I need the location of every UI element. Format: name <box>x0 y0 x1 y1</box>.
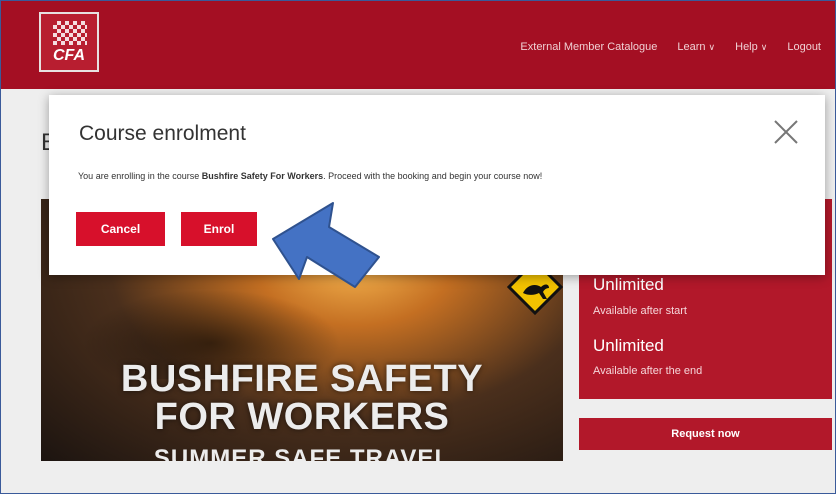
nav-logout[interactable]: Logout <box>787 41 821 53</box>
enrol-button[interactable]: Enrol <box>181 212 257 246</box>
logo-checker-pattern <box>53 21 87 45</box>
site-header: CFA External Member Catalogue Learn ∨ Hel… <box>1 1 835 89</box>
nav-external-member-catalogue[interactable]: External Member Catalogue <box>520 41 657 53</box>
message-prefix: You are enrolling in the course <box>78 171 202 181</box>
nav-learn[interactable]: Learn ∨ <box>677 41 715 53</box>
nav-label: Help <box>735 41 758 53</box>
course-name: Bushfire Safety For Workers <box>201 171 324 181</box>
enrolment-modal: Course enrolment You are enrolling in th… <box>49 95 825 275</box>
cancel-button[interactable]: Cancel <box>76 212 165 246</box>
nav-label: Logout <box>787 41 821 53</box>
chevron-down-icon: ∨ <box>708 42 716 52</box>
logo-text: CFA <box>53 47 85 64</box>
close-icon[interactable] <box>773 119 799 145</box>
top-nav: External Member Catalogue Learn ∨ Help ∨ L… <box>520 41 821 53</box>
screenshot-frame: CFA External Member Catalogue Learn ∨ Hel… <box>0 0 836 494</box>
nav-help[interactable]: Help ∨ <box>735 41 767 53</box>
nav-label: Learn <box>677 41 706 53</box>
chevron-down-icon: ∨ <box>760 42 768 52</box>
nav-label: External Member Catalogue <box>520 41 658 53</box>
pointer-arrow-icon <box>272 202 380 288</box>
modal-message: You are enrolling in the course Bushfire… <box>78 171 542 181</box>
modal-title: Course enrolment <box>79 122 246 145</box>
cfa-logo[interactable]: CFA <box>39 12 99 72</box>
message-suffix: . Proceed with the booking and begin you… <box>323 171 543 181</box>
